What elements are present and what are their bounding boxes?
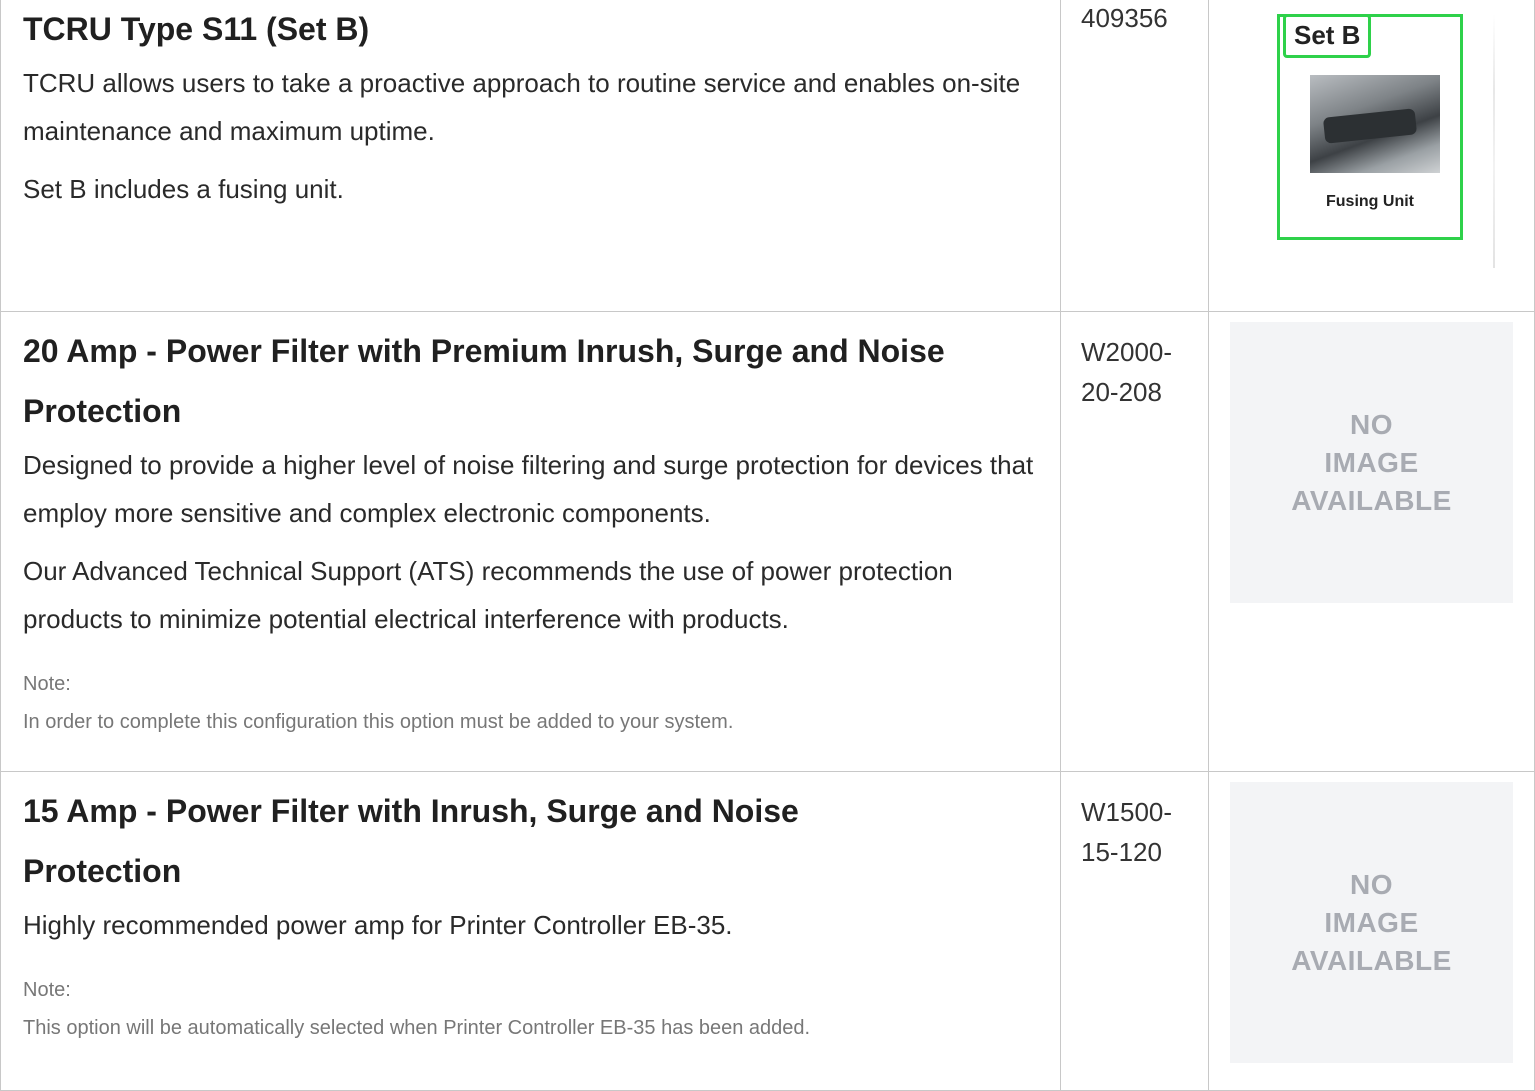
product-thumbnail[interactable]: Set B Fusing Unit bbox=[1277, 14, 1463, 240]
no-image-line: IMAGE bbox=[1324, 446, 1419, 478]
part-number-cell: W1500-15-120 bbox=[1060, 771, 1208, 1090]
options-table: TCRU Type S11 (Set B) TCRU allows users … bbox=[0, 0, 1535, 1091]
option-description: Our Advanced Technical Support (ATS) rec… bbox=[23, 556, 953, 634]
option-description: Designed to provide a higher level of no… bbox=[23, 450, 1034, 528]
option-description: Highly recommended power amp for Printer… bbox=[23, 910, 733, 940]
note-text: In order to complete this configuration … bbox=[23, 711, 734, 733]
no-image-line: NO bbox=[1349, 868, 1393, 900]
option-description: Set B includes a fusing unit. bbox=[23, 174, 344, 204]
note-text: This option will be automatically select… bbox=[23, 1017, 811, 1039]
fusing-unit-photo bbox=[1310, 75, 1440, 173]
option-title: TCRU Type S11 (Set B) bbox=[23, 11, 370, 47]
part-number: W1500-15-120 bbox=[1081, 797, 1173, 867]
no-image-placeholder: NO IMAGE AVAILABLE bbox=[1230, 322, 1513, 603]
description-cell: 15 Amp - Power Filter with Inrush, Surge… bbox=[1, 771, 1060, 1090]
no-image-line: AVAILABLE bbox=[1291, 484, 1452, 516]
note-label: Note: bbox=[23, 979, 71, 1001]
part-number: W2000-20-208 bbox=[1081, 337, 1173, 407]
description-cell: 20 Amp - Power Filter with Premium Inrus… bbox=[1, 311, 1060, 771]
no-image-line: NO bbox=[1349, 408, 1393, 440]
thumbnail-caption: Fusing Unit bbox=[1326, 193, 1414, 210]
option-description: TCRU allows users to take a proactive ap… bbox=[23, 68, 1021, 146]
note-label: Note: bbox=[23, 673, 71, 695]
image-cell: NO IMAGE AVAILABLE bbox=[1208, 771, 1534, 1090]
part-number-cell: W2000-20-208 bbox=[1060, 311, 1208, 771]
option-title: 15 Amp - Power Filter with Inrush, Surge… bbox=[23, 793, 799, 889]
table-row: 15 Amp - Power Filter with Inrush, Surge… bbox=[0, 771, 1535, 1091]
description-cell: TCRU Type S11 (Set B) TCRU allows users … bbox=[1, 0, 1060, 311]
part-number: 409356 bbox=[1081, 3, 1168, 33]
table-row: TCRU Type S11 (Set B) TCRU allows users … bbox=[0, 0, 1535, 312]
thumbnail-edge bbox=[1493, 14, 1495, 268]
no-image-line: IMAGE bbox=[1324, 906, 1419, 938]
table-row: 20 Amp - Power Filter with Premium Inrus… bbox=[0, 311, 1535, 772]
no-image-line: AVAILABLE bbox=[1291, 944, 1452, 976]
image-cell: NO IMAGE AVAILABLE bbox=[1208, 311, 1534, 771]
no-image-placeholder: NO IMAGE AVAILABLE bbox=[1230, 782, 1513, 1063]
set-tag: Set B bbox=[1283, 14, 1372, 58]
option-title: 20 Amp - Power Filter with Premium Inrus… bbox=[23, 333, 945, 429]
part-number-cell: 409356 bbox=[1060, 0, 1208, 311]
image-cell: Set B Fusing Unit bbox=[1208, 0, 1534, 311]
